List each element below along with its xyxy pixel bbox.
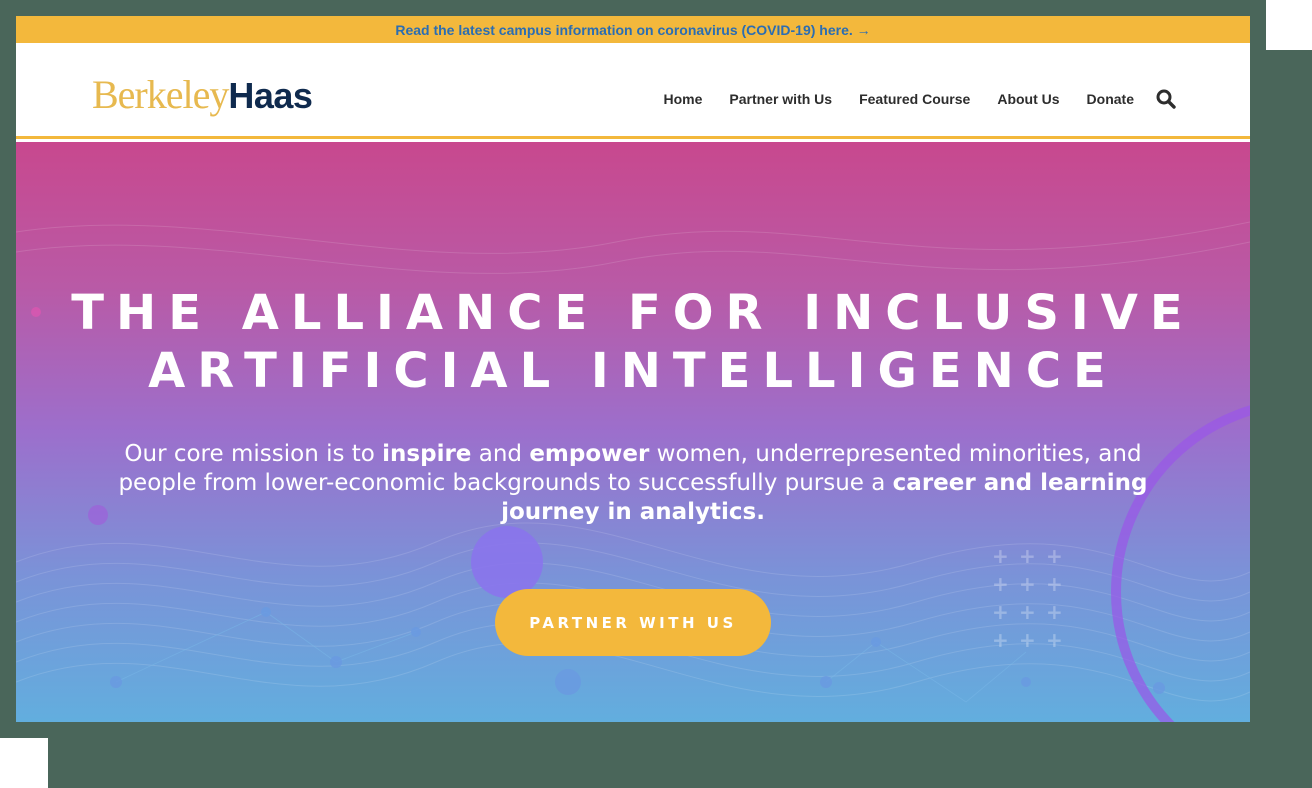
partner-with-us-button[interactable]: PARTNER WITH US <box>495 589 771 656</box>
svg-text:+: + <box>1046 544 1063 568</box>
svg-text:+: + <box>1019 544 1036 568</box>
nav-about-us[interactable]: About Us <box>997 91 1059 107</box>
covid-alert-bar: Read the latest campus information on co… <box>16 16 1250 43</box>
svg-text:+: + <box>992 572 1009 596</box>
nav-partner-with-us[interactable]: Partner with Us <box>729 91 832 107</box>
hero-mission-statement: Our core mission is to inspire and empow… <box>112 440 1154 527</box>
nav-featured-course[interactable]: Featured Course <box>859 91 970 107</box>
hero-title-line1: THE ALLIANCE FOR INCLUSIVE <box>71 285 1195 341</box>
hero-title: THE ALLIANCE FOR INCLUSIVE ARTIFICIAL IN… <box>16 284 1250 400</box>
svg-text:+: + <box>1019 600 1036 624</box>
logo-haas-text: Haas <box>228 75 313 116</box>
svg-text:+: + <box>1046 600 1063 624</box>
nav-donate[interactable]: Donate <box>1087 91 1134 107</box>
search-icon[interactable] <box>1156 89 1176 109</box>
berkeley-haas-logo[interactable]: Berkeley Haas <box>92 71 313 118</box>
svg-text:+: + <box>1019 572 1036 596</box>
mission-emphasis-inspire: inspire <box>382 441 472 467</box>
page-corner-bottom <box>0 738 48 788</box>
hero-section: + + + + + + + + + + + + THE ALLIANCE FOR INCLUSI… <box>16 142 1250 722</box>
mission-text-2: and <box>471 441 530 467</box>
logo-berkeley-text: Berkeley <box>92 72 229 117</box>
website-frame: Read the latest campus information on co… <box>16 16 1250 722</box>
mission-emphasis-empower: empower <box>529 441 650 467</box>
page-corner-top <box>1266 0 1312 50</box>
main-nav: Home Partner with Us Featured Course Abo… <box>663 89 1176 109</box>
site-header: Berkeley Haas Home Partner with Us Featu… <box>16 43 1250 139</box>
svg-text:+: + <box>1019 628 1036 652</box>
mission-text-1: Our core mission is to <box>124 441 383 467</box>
hero-title-line2: ARTIFICIAL INTELLIGENCE <box>148 343 1118 399</box>
nav-home[interactable]: Home <box>663 91 702 107</box>
svg-text:+: + <box>1046 572 1063 596</box>
svg-text:+: + <box>992 628 1009 652</box>
svg-text:+: + <box>992 600 1009 624</box>
svg-text:+: + <box>992 544 1009 568</box>
svg-text:+: + <box>1046 628 1063 652</box>
covid-alert-link[interactable]: Read the latest campus information on co… <box>395 22 870 38</box>
